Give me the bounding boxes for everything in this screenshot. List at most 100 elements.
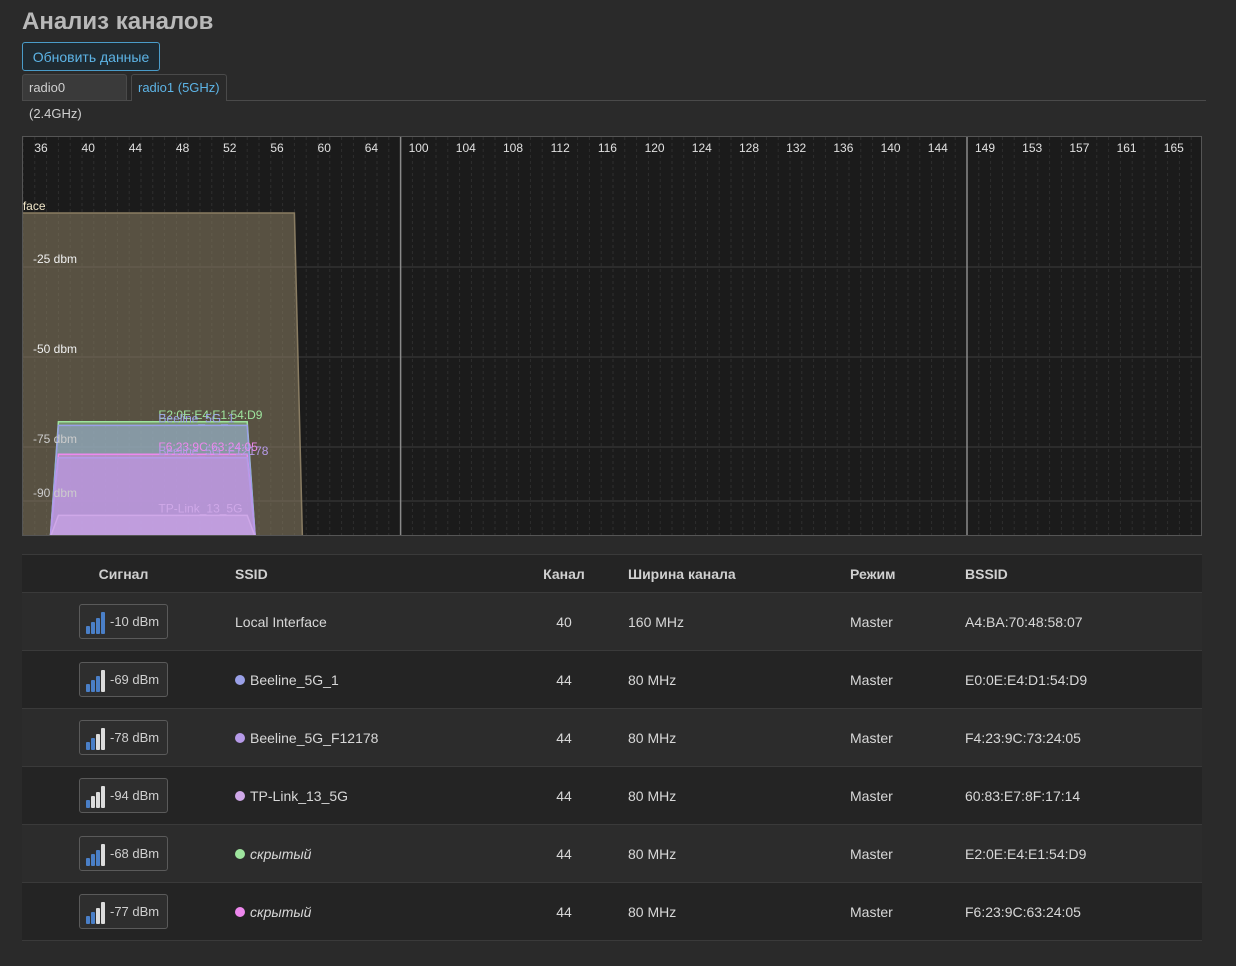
channel-label: 56 <box>270 141 284 155</box>
series-label: Beeline_5G_F12178 <box>158 444 268 458</box>
signal-bars-icon <box>86 842 105 866</box>
series-label: Beeline_5G_1 <box>158 411 234 425</box>
signal-bar <box>91 795 95 808</box>
bssid-value: E0:0E:E4:D1:54:D9 <box>965 671 1088 688</box>
width-value: 160 MHz <box>628 613 685 630</box>
channel-label: 161 <box>1117 141 1137 155</box>
bssid-value: E2:0E:E4:E1:54:D9 <box>965 845 1087 862</box>
bssid-value: F4:23:9C:73:24:05 <box>965 729 1081 746</box>
channel-label: 165 <box>1164 141 1184 155</box>
header-channel: Канал <box>543 565 585 582</box>
signal-bar <box>91 621 95 634</box>
channel-label: 140 <box>881 141 901 155</box>
channel-label: 36 <box>34 141 48 155</box>
series-label: TP-Link_13_5G <box>158 501 242 515</box>
channel-chart: 36 40 44 48 52 56 60 64 100 104 108 112 116 120 124 128… <box>22 136 1202 536</box>
signal-indicator: -94 dBm <box>79 778 168 813</box>
radio-tabs: radio0 (2.4GHz) radio1 (5GHz) <box>22 74 1206 121</box>
tab-radio0[interactable]: radio0 (2.4GHz) <box>22 74 127 121</box>
ssid-value: Beeline_5G_1 <box>250 671 339 688</box>
y-tick-label: -50 dbm <box>33 342 77 356</box>
channel-value: 44 <box>556 729 572 746</box>
tab-radio1[interactable]: radio1 (5GHz) <box>131 74 227 101</box>
channel-label: 144 <box>928 141 948 155</box>
mode-value: Master <box>850 671 893 688</box>
signal-bar <box>91 911 95 924</box>
channel-value: 44 <box>556 845 572 862</box>
channel-label: 116 <box>598 141 617 155</box>
channel-value: 44 <box>556 787 572 804</box>
width-value: 80 MHz <box>628 729 677 746</box>
channel-label: 44 <box>129 141 143 155</box>
signal-indicator: -77 dBm <box>79 894 168 929</box>
channel-label: 120 <box>645 141 665 155</box>
mode-value: Master <box>850 903 893 920</box>
page-title: Анализ каналов <box>22 8 214 35</box>
bssid-value: 60:83:E7:8F:17:14 <box>965 787 1081 804</box>
channel-label: 52 <box>223 141 237 155</box>
signal-bar <box>86 857 90 866</box>
table-row: -10 dBm Local Interface 40 160 MHz Master A4:… <box>22 593 1202 651</box>
signal-bar <box>86 741 90 750</box>
ssid-value: TP-Link_13_5G <box>250 787 349 804</box>
ssid-value: скрытый <box>250 903 312 920</box>
width-value: 80 MHz <box>628 903 677 920</box>
ssid-color-dot <box>235 732 245 743</box>
signal-value: -10 dBm <box>110 614 160 629</box>
channel-label: 40 <box>82 141 96 155</box>
channel-label: 153 <box>1022 141 1042 155</box>
channel-label: 128 <box>739 141 759 155</box>
signal-bars-icon <box>86 784 105 808</box>
signal-bar <box>101 611 105 634</box>
mode-value: Master <box>850 845 893 862</box>
mode-value: Master <box>850 613 893 630</box>
table-row: -68 dBm скрытый 44 80 MHz Master E2:0E:E4:E1:… <box>22 825 1202 883</box>
signal-bars-icon <box>86 668 105 692</box>
networks-table: Сигнал SSID Канал Ширина канала Режим BS… <box>22 554 1202 941</box>
ssid-color-dot <box>235 674 245 685</box>
series-area <box>50 514 256 535</box>
width-value: 80 MHz <box>628 845 677 862</box>
signal-value: -94 dBm <box>110 788 160 803</box>
channel-value: 40 <box>556 613 572 630</box>
y-tick-label: -90 dbm <box>33 486 77 500</box>
channel-label: 48 <box>176 141 190 155</box>
refresh-button[interactable]: Обновить данные <box>22 42 160 71</box>
header-mode: Режим <box>850 565 896 582</box>
ssid-value: скрытый <box>250 845 312 862</box>
table-row: -69 dBm Beeline_5G_1 44 80 MHz Master E0:0E:E… <box>22 651 1202 709</box>
signal-bars-icon <box>86 900 105 924</box>
table-row: -77 dBm скрытый 44 80 MHz Master F6:23:9C:63:… <box>22 883 1202 941</box>
signal-indicator: -78 dBm <box>79 720 168 755</box>
mode-value: Master <box>850 729 893 746</box>
y-tick-label: -25 dbm <box>33 252 77 266</box>
width-value: 80 MHz <box>628 787 677 804</box>
series-label: Local Interface <box>23 199 46 213</box>
channel-label: 132 <box>786 141 806 155</box>
signal-bar <box>101 785 105 808</box>
signal-bars-icon <box>86 726 105 750</box>
ssid-value: Beeline_5G_F12178 <box>250 729 379 746</box>
table-row: -94 dBm TP-Link_13_5G 44 80 MHz Master 60:83:… <box>22 767 1202 825</box>
channel-label: 108 <box>503 141 523 155</box>
signal-bar <box>86 625 90 634</box>
header-bssid: BSSID <box>965 565 1008 582</box>
signal-bar <box>91 737 95 750</box>
signal-value: -77 dBm <box>110 904 160 919</box>
channel-chart-svg: 36 40 44 48 52 56 60 64 100 104 108 112 116 120 124 128… <box>23 137 1201 535</box>
signal-bars-icon <box>86 610 105 634</box>
signal-bar <box>101 669 105 692</box>
y-tick-label: -75 dbm <box>33 432 77 446</box>
signal-bar <box>86 683 90 692</box>
channel-value: 44 <box>556 671 572 688</box>
channel-label: 149 <box>975 141 995 155</box>
signal-bar <box>101 901 105 924</box>
ssid-color-dot <box>235 790 245 801</box>
signal-bar <box>91 853 95 866</box>
signal-value: -69 dBm <box>110 672 160 687</box>
signal-bar <box>96 675 100 692</box>
channel-label: 136 <box>833 141 853 155</box>
signal-bar <box>101 727 105 750</box>
signal-indicator: -68 dBm <box>79 836 168 871</box>
channel-label: 112 <box>551 141 570 155</box>
